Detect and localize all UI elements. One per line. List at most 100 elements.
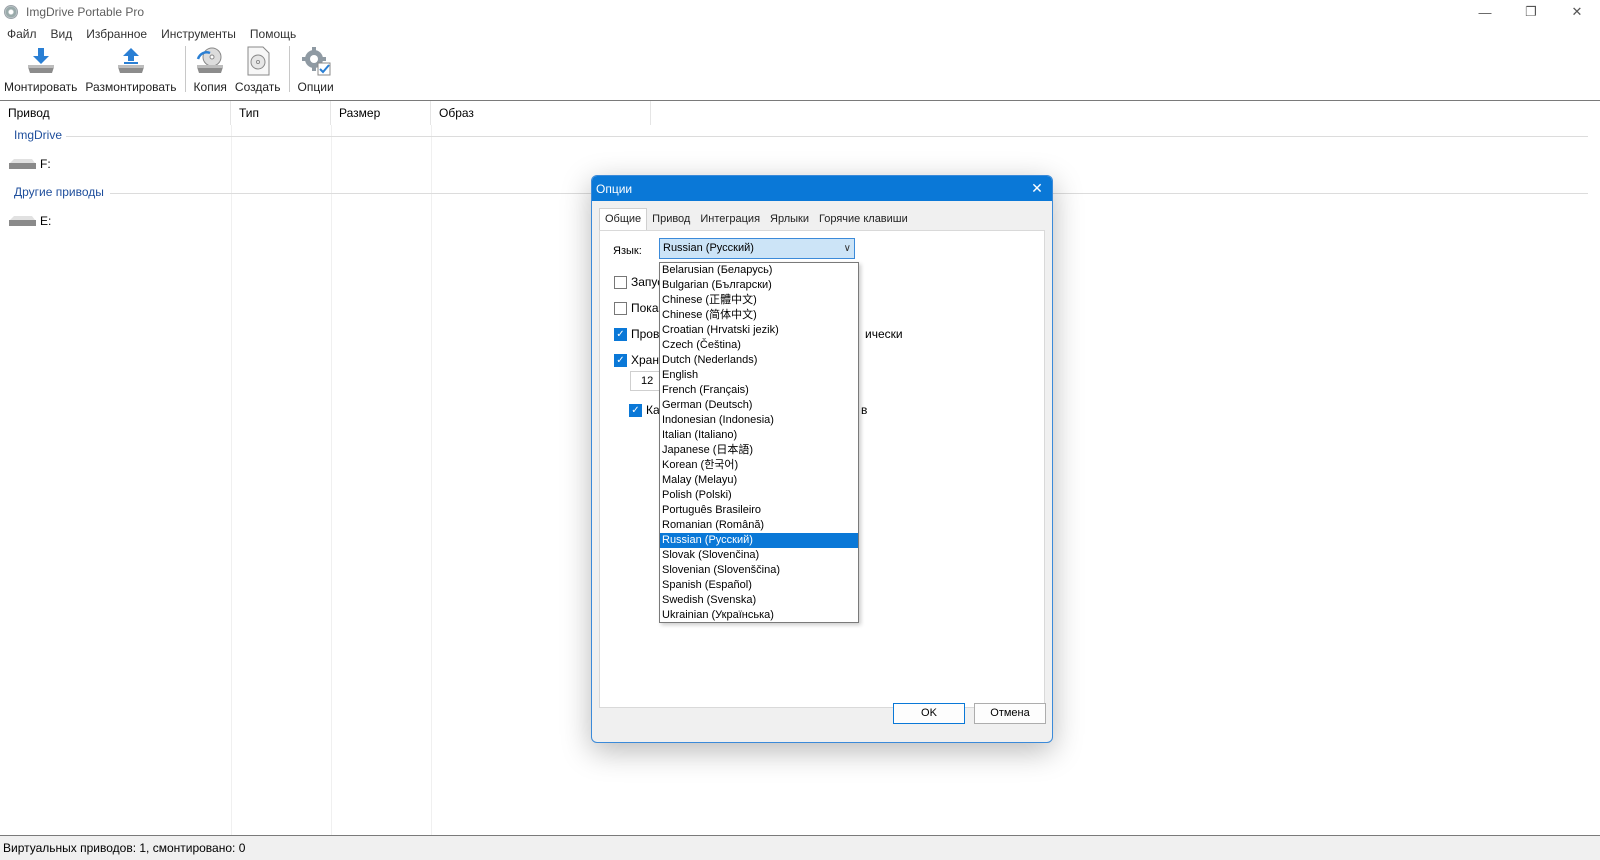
language-option[interactable]: Slovenian (Slovenščina)	[660, 563, 858, 578]
menu-help[interactable]: Помощь	[250, 27, 296, 41]
language-option[interactable]: Croatian (Hrvatski jezik)	[660, 323, 858, 338]
language-select-value: Russian (Русский)	[663, 242, 754, 254]
cancel-button[interactable]: Отмена	[974, 703, 1046, 724]
cache-checkbox-label-tail: в	[861, 403, 868, 417]
menu-file[interactable]: Файл	[7, 27, 37, 41]
show-checkbox-row[interactable]: Показ	[614, 301, 664, 315]
create-label: Создать	[234, 80, 281, 94]
app-icon	[4, 5, 18, 19]
column-divider	[431, 125, 432, 835]
menu-view[interactable]: Вид	[51, 27, 73, 41]
store-checkbox-label: Хран	[631, 353, 659, 367]
toolbar: Монтировать Размонтировать Копия Создать	[0, 44, 1600, 100]
cache-checkbox[interactable]: ✓	[629, 403, 642, 417]
dialog-title: Опции	[596, 181, 633, 196]
options-label: Опции	[297, 80, 334, 94]
language-option[interactable]: English	[660, 368, 858, 383]
language-option[interactable]: Polish (Polski)	[660, 488, 858, 503]
create-image-icon	[247, 46, 270, 76]
group-other-drives: Другие приводы	[14, 185, 104, 199]
language-option[interactable]: Indonesian (Indonesia)	[660, 413, 858, 428]
column-divider	[331, 125, 332, 835]
column-size[interactable]: Размер	[331, 101, 431, 125]
menu-tools[interactable]: Инструменты	[161, 27, 236, 41]
language-option[interactable]: German (Deutsch)	[660, 398, 858, 413]
column-image[interactable]: Образ	[431, 101, 651, 125]
language-select[interactable]: Russian (Русский) ∨	[659, 238, 855, 259]
language-option[interactable]: Português Brasileiro	[660, 503, 858, 518]
ok-button[interactable]: OK	[893, 703, 965, 724]
unmount-label: Размонтировать	[85, 80, 177, 94]
drive-letter: E:	[40, 214, 52, 228]
startup-checkbox-row[interactable]: Запус	[614, 275, 663, 289]
language-option[interactable]: Italian (Italiano)	[660, 428, 858, 443]
list-header: Привод Тип Размер Образ	[0, 101, 1600, 125]
toolbar-separator	[184, 46, 186, 92]
store-checkbox-row[interactable]: ✓ Хран	[614, 353, 659, 367]
show-checkbox[interactable]	[614, 301, 627, 315]
gear-icon	[301, 47, 331, 76]
options-button[interactable]: Опции	[294, 45, 338, 94]
column-type[interactable]: Тип	[231, 101, 331, 125]
tab-integration[interactable]: Интеграция	[695, 210, 765, 230]
language-option[interactable]: Malay (Melayu)	[660, 473, 858, 488]
menu-favorites[interactable]: Избранное	[86, 27, 147, 41]
check-checkbox[interactable]: ✓	[614, 327, 627, 341]
restore-button[interactable]: ❐	[1508, 0, 1554, 24]
mount-button[interactable]: Монтировать	[0, 45, 81, 94]
language-option[interactable]: Spanish (Español)	[660, 578, 858, 593]
drive-icon	[9, 216, 36, 226]
window-controls: — ❐ ✕	[1462, 0, 1600, 24]
language-option[interactable]: Belarusian (Беларусь)	[660, 263, 858, 278]
language-option[interactable]: Swedish (Svenska)	[660, 593, 858, 608]
language-option[interactable]: Bulgarian (Български)	[660, 278, 858, 293]
language-label: Язык:	[613, 245, 642, 257]
group-separator	[66, 136, 1588, 137]
chevron-down-icon: ∨	[843, 243, 851, 254]
tab-shortcuts[interactable]: Ярлыки	[765, 210, 814, 230]
column-divider	[231, 125, 232, 835]
copy-label: Копия	[193, 80, 227, 94]
check-checkbox-label: Пров	[631, 327, 660, 341]
drive-row-e[interactable]: E:	[8, 214, 51, 228]
mount-label: Монтировать	[4, 80, 78, 94]
copy-disc-icon	[197, 47, 224, 73]
column-drive[interactable]: Привод	[0, 101, 231, 125]
language-option[interactable]: Dutch (Nederlands)	[660, 353, 858, 368]
unmount-icon	[117, 48, 144, 73]
copy-button[interactable]: Копия	[190, 45, 231, 94]
language-option[interactable]: Slovak (Slovenčina)	[660, 548, 858, 563]
cache-checkbox-row[interactable]: ✓ Ка	[629, 403, 660, 417]
check-checkbox-label-tail: ически	[865, 327, 903, 341]
language-option[interactable]: French (Français)	[660, 383, 858, 398]
minimize-button[interactable]: —	[1462, 0, 1508, 24]
tab-hotkeys[interactable]: Горячие клавиши	[814, 210, 913, 230]
language-option[interactable]: Russian (Русский)	[660, 533, 858, 548]
language-dropdown-list[interactable]: Belarusian (Беларусь) Bulgarian (Българск…	[659, 262, 859, 623]
check-checkbox-row[interactable]: ✓ Пров	[614, 327, 659, 341]
toolbar-separator	[288, 46, 290, 92]
store-checkbox[interactable]: ✓	[614, 353, 627, 367]
cache-checkbox-label: Ка	[646, 403, 660, 417]
drive-row-f[interactable]: F:	[8, 157, 51, 171]
language-option[interactable]: Korean (한국어)	[660, 458, 858, 473]
dialog-tabs: Общие Привод Интеграция Ярлыки Горячие к…	[599, 208, 913, 230]
language-option[interactable]: Chinese (正體中文)	[660, 293, 858, 308]
tab-general[interactable]: Общие	[599, 208, 648, 230]
unmount-button[interactable]: Размонтировать	[81, 45, 180, 94]
language-option[interactable]: Czech (Čeština)	[660, 338, 858, 353]
drive-icon	[9, 159, 36, 169]
language-option[interactable]: Japanese (日本語)	[660, 443, 858, 458]
close-button[interactable]: ✕	[1554, 0, 1600, 24]
startup-checkbox[interactable]	[614, 275, 627, 289]
status-bar: Виртуальных приводов: 1, смонтировано: 0	[0, 836, 1600, 860]
language-option[interactable]: Chinese (简体中文)	[660, 308, 858, 323]
title-bar: ImgDrive Portable Pro — ❐ ✕	[0, 0, 1600, 24]
language-option[interactable]: Ukrainian (Українська)	[660, 608, 858, 623]
language-option[interactable]: Romanian (Română)	[660, 518, 858, 533]
group-imgdrive: ImgDrive	[14, 128, 63, 142]
drive-letter: F:	[40, 157, 51, 171]
dialog-close-button[interactable]: ✕	[1028, 179, 1046, 197]
create-button[interactable]: Создать	[231, 45, 285, 94]
tab-drive[interactable]: Привод	[647, 210, 695, 230]
